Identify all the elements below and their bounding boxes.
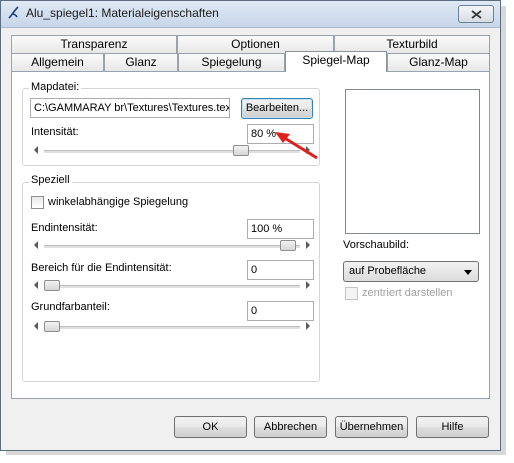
angle-reflection-label[interactable]: winkelabhängige Spiegelung <box>48 196 188 208</box>
end-intensity-field[interactable]: 100 % <box>247 219 314 239</box>
window-title: Alu_spiegel1: Materialeigenschaften <box>26 6 219 20</box>
slider-right-arrow-icon[interactable] <box>306 322 310 330</box>
ok-button[interactable]: OK <box>174 416 247 438</box>
slider-left-arrow-icon[interactable] <box>34 241 38 249</box>
tab-panel: Mapdatei: C:\GAMMARAY br\Textures\Textur… <box>11 71 490 399</box>
preview-label: Vorschaubild: <box>343 239 410 251</box>
slider-right-arrow-icon[interactable] <box>306 241 310 249</box>
slider-left-arrow-icon[interactable] <box>34 281 38 289</box>
base-color-field[interactable]: 0 <box>247 301 314 321</box>
preview-mode-value: auf Probefläche <box>349 265 427 277</box>
app-icon <box>8 6 19 19</box>
chevron-down-icon <box>464 270 472 275</box>
range-slider-thumb[interactable] <box>44 280 60 291</box>
close-icon <box>471 10 482 19</box>
title-bar[interactable]: Alu_spiegel1: Materialeigenschaften <box>1 1 500 28</box>
base-color-slider-thumb[interactable] <box>44 321 60 332</box>
tab-spiegelung[interactable]: Spiegelung <box>178 53 285 72</box>
range-field[interactable]: 0 <box>247 260 314 280</box>
tab-glanz[interactable]: Glanz <box>104 53 178 72</box>
slider-left-arrow-icon[interactable] <box>34 322 38 330</box>
base-color-label: Grundfarbanteil: <box>31 301 110 313</box>
intensity-slider[interactable] <box>34 144 310 158</box>
end-intensity-slider[interactable] <box>34 239 310 253</box>
tab-spiegel-map[interactable]: Spiegel-Map <box>285 51 387 72</box>
intensity-label: Intensität: <box>31 126 79 138</box>
cancel-button[interactable]: Abbrechen <box>254 416 327 438</box>
slider-left-arrow-icon[interactable] <box>34 146 38 154</box>
annotation-arrow-icon <box>275 132 318 160</box>
tab-allgemein[interactable]: Allgemein <box>11 53 104 72</box>
edit-button[interactable]: Bearbeiten... <box>241 98 313 119</box>
help-button[interactable]: Hilfe <box>416 416 489 438</box>
range-slider[interactable] <box>34 279 310 293</box>
apply-button[interactable]: Übernehmen <box>335 416 408 438</box>
dialog-window: Alu_spiegel1: Materialeigenschaften Tran… <box>0 0 501 451</box>
end-intensity-label: Endintensität: <box>31 222 98 234</box>
preview-mode-select[interactable]: auf Probefläche <box>343 261 479 282</box>
tab-transparenz[interactable]: Transparenz <box>11 35 177 54</box>
angle-reflection-checkbox[interactable] <box>31 196 44 209</box>
mapdatei-label: Mapdatei: <box>29 81 82 93</box>
preview-image <box>345 89 480 234</box>
slider-right-arrow-icon[interactable] <box>306 281 310 289</box>
speziell-label: Speziell <box>29 174 72 186</box>
range-label: Bereich für die Endintensität: <box>31 262 172 274</box>
map-path-field[interactable]: C:\GAMMARAY br\Textures\Textures.tex <box>30 98 230 118</box>
tab-glanz-map[interactable]: Glanz-Map <box>387 53 490 72</box>
base-color-slider[interactable] <box>34 320 310 334</box>
center-display-label[interactable]: zentriert darstellen <box>362 287 453 299</box>
end-intensity-slider-thumb[interactable] <box>280 240 296 251</box>
center-display-checkbox[interactable] <box>345 287 358 300</box>
close-button[interactable] <box>458 5 494 23</box>
intensity-slider-thumb[interactable] <box>233 145 249 156</box>
